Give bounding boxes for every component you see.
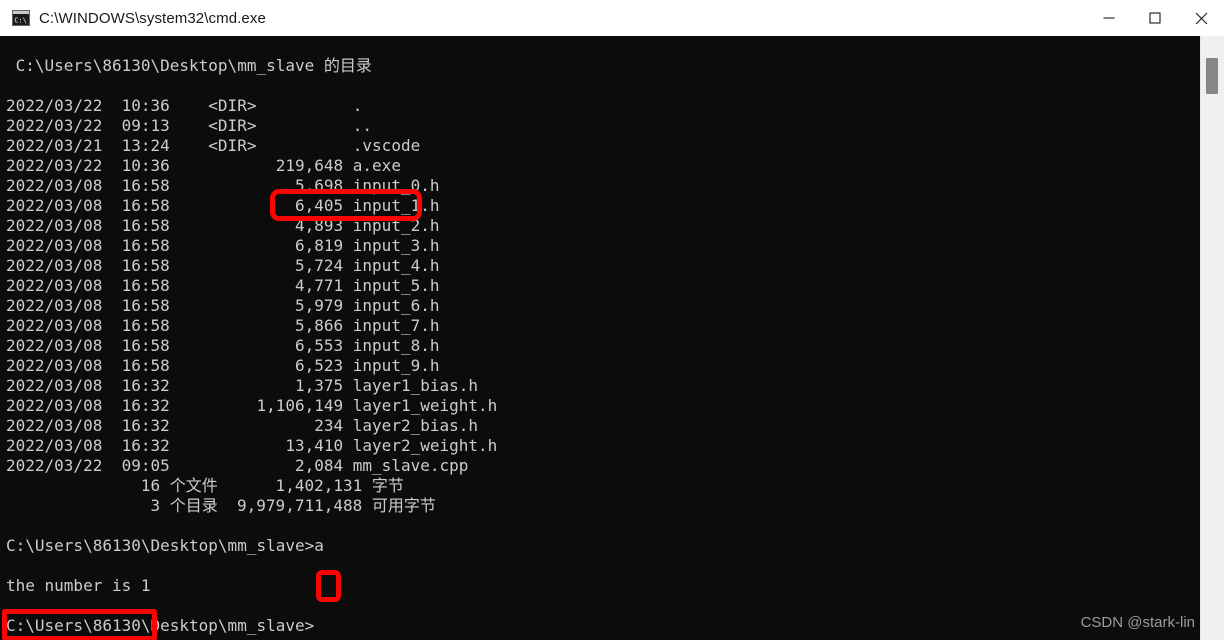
cmd-window: C:\ C:\WINDOWS\system32\cmd.exe C:\Users… xyxy=(0,0,1224,640)
console-line: 2022/03/08 16:32 234 layer2_bias.h xyxy=(6,416,479,435)
console-line: 2022/03/22 10:36 219,648 a.exe xyxy=(6,156,401,175)
console-line: 2022/03/22 10:36 <DIR> . xyxy=(6,96,363,115)
console-line: 2022/03/21 13:24 <DIR> .vscode xyxy=(6,136,421,155)
console-line: 2022/03/08 16:58 6,405 input_1.h xyxy=(6,196,440,215)
console-line: C:\Users\86130\Desktop\mm_slave> xyxy=(6,616,315,635)
console-text: C:\Users\86130\Desktop\mm_slave 的目录 2022… xyxy=(6,36,497,636)
console-line: 2022/03/08 16:32 13,410 layer2_weight.h xyxy=(6,436,498,455)
console-line: 2022/03/08 16:58 5,698 input_0.h xyxy=(6,176,440,195)
maximize-button[interactable] xyxy=(1132,0,1178,36)
cmd-console-icon: C:\ xyxy=(12,10,30,26)
console-line: 2022/03/08 16:58 4,893 input_2.h xyxy=(6,216,440,235)
minimize-button[interactable] xyxy=(1086,0,1132,36)
console-line: 2022/03/08 16:58 5,724 input_4.h xyxy=(6,256,440,275)
vertical-scrollbar[interactable] xyxy=(1200,36,1224,640)
console-line: 2022/03/22 09:13 <DIR> .. xyxy=(6,116,373,135)
console-line: 2022/03/08 16:58 5,866 input_7.h xyxy=(6,316,440,335)
scrollbar-thumb[interactable] xyxy=(1206,58,1218,94)
csdn-watermark: CSDN @stark-lin xyxy=(1080,614,1195,631)
console-line: C:\Users\86130\Desktop\mm_slave>a xyxy=(6,536,324,555)
window-controls xyxy=(1086,0,1224,36)
console-line: 2022/03/08 16:32 1,375 layer1_bias.h xyxy=(6,376,479,395)
console-line: the number is 1 xyxy=(6,576,151,595)
console-line: 3 个目录 9,979,711,488 可用字节 xyxy=(6,496,436,515)
console-line: 16 个文件 1,402,131 字节 xyxy=(6,476,404,495)
window-title: C:\WINDOWS\system32\cmd.exe xyxy=(39,9,266,27)
console-line: 2022/03/08 16:58 6,553 input_8.h xyxy=(6,336,440,355)
svg-text:C:\: C:\ xyxy=(14,16,27,24)
close-button[interactable] xyxy=(1178,0,1224,36)
console-line: 2022/03/08 16:32 1,106,149 layer1_weight… xyxy=(6,396,498,415)
title-bar[interactable]: C:\ C:\WINDOWS\system32\cmd.exe xyxy=(0,0,1224,36)
console-line: 2022/03/08 16:58 5,979 input_6.h xyxy=(6,296,440,315)
console-line: 2022/03/08 16:58 6,819 input_3.h xyxy=(6,236,440,255)
console-line: 2022/03/08 16:58 4,771 input_5.h xyxy=(6,276,440,295)
console-line: 2022/03/22 09:05 2,084 mm_slave.cpp xyxy=(6,456,469,475)
console-output-area[interactable]: C:\Users\86130\Desktop\mm_slave 的目录 2022… xyxy=(0,36,1201,640)
console-line: 2022/03/08 16:58 6,523 input_9.h xyxy=(6,356,440,375)
console-line: C:\Users\86130\Desktop\mm_slave 的目录 xyxy=(6,56,372,75)
